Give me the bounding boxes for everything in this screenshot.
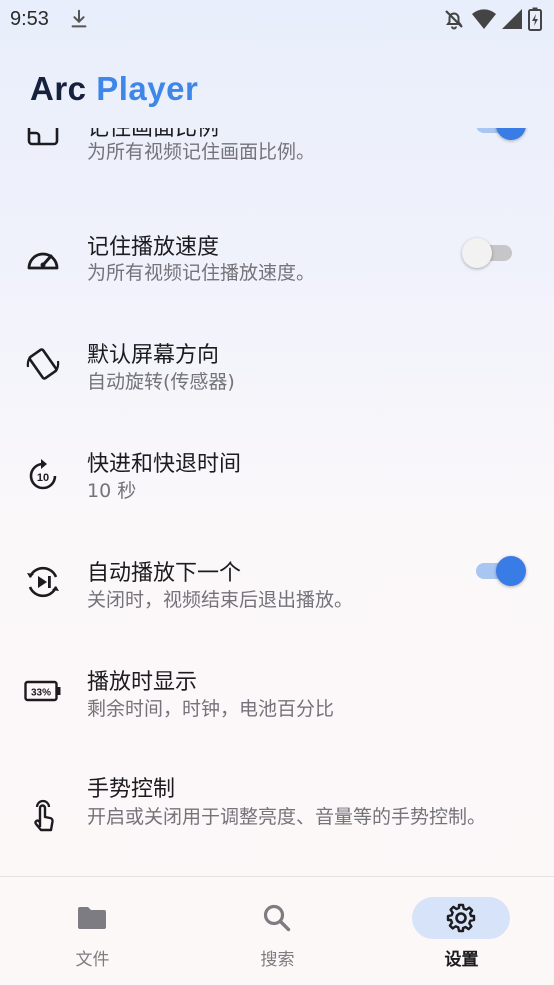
signal-icon (502, 9, 522, 29)
seek-icon-text: 10 (37, 472, 49, 484)
logo-arc: Arc (30, 70, 87, 107)
nav-files[interactable]: 文件 (0, 897, 185, 977)
autoplay-next-icon (27, 566, 59, 598)
speed-toggle[interactable] (462, 234, 516, 270)
search-icon (263, 904, 291, 932)
gesture-touch-icon (34, 799, 54, 832)
nav-search[interactable]: 搜索 (185, 897, 370, 977)
battery-charging-icon (528, 7, 542, 31)
setting-remember-speed[interactable]: 记住播放速度 为所有视频记住播放速度。 (0, 218, 554, 318)
app-logo: Arc Player (30, 70, 198, 114)
logo-player: Player (96, 70, 199, 107)
nav-label-settings: 设置 (444, 950, 479, 970)
settings-list[interactable]: 记住画面比例 为所有视频记住画面比例。 记住播放速度 为所有视频记住播放速度。 … (0, 128, 554, 876)
nav-settings[interactable]: 设置 (369, 897, 554, 977)
setting-title: 播放时显示 (87, 670, 198, 695)
setting-title: 自动播放下一个 (87, 561, 242, 586)
notifications-off-icon (445, 10, 463, 30)
setting-subtitle: 自动旋转(传感器) (87, 371, 235, 393)
setting-subtitle: 为所有视频记住播放速度。 (87, 262, 316, 284)
battery-icon-text: 33% (31, 688, 51, 699)
setting-default-orientation[interactable]: 默认屏幕方向 自动旋转(传感器) (0, 327, 554, 427)
setting-subtitle: 剩余时间，时钟，电池百分比 (87, 698, 335, 720)
setting-title: 默认屏幕方向 (87, 343, 220, 368)
setting-gesture-control[interactable]: 手势控制 开启或关闭用于调整亮度、音量等的手势控制。 (0, 763, 554, 876)
aspect-ratio-toggle[interactable] (472, 128, 526, 142)
battery-percent-icon: 33% (24, 680, 61, 702)
setting-autoplay-next[interactable]: 自动播放下一个 关闭时，视频结束后退出播放。 (0, 545, 554, 645)
bottom-navigation: 文件 搜索 设置 (0, 876, 554, 985)
setting-display-during-playback[interactable]: 33% 播放时显示 剩余时间，时钟，电池百分比 (0, 654, 554, 754)
settings-gear-icon (446, 903, 476, 933)
setting-subtitle: 关闭时，视频结束后退出播放。 (87, 589, 354, 611)
status-time: 9:53 (10, 8, 49, 30)
autoplay-toggle[interactable] (472, 552, 526, 588)
nav-label-files: 文件 (75, 950, 110, 970)
aspect-ratio-icon (27, 128, 59, 146)
folder-icon (78, 907, 106, 929)
setting-subtitle: 为所有视频记住画面比例。 (87, 141, 316, 163)
download-icon (71, 9, 87, 28)
status-bar: 9:53 (0, 0, 554, 38)
setting-title: 快进和快退时间 (87, 452, 242, 477)
setting-title: 手势控制 (87, 777, 176, 802)
setting-seek-time[interactable]: 10 快进和快退时间 10 秒 (0, 436, 554, 536)
forward-10-icon: 10 (29, 459, 57, 490)
screen-rotation-icon (26, 348, 60, 380)
wifi-icon (472, 9, 496, 29)
setting-subtitle: 10 秒 (87, 480, 137, 502)
setting-subtitle: 开启或关闭用于调整亮度、音量等的手势控制。 (87, 806, 487, 828)
setting-remember-aspect-ratio[interactable]: 记住画面比例 为所有视频记住画面比例。 (0, 128, 554, 198)
speedometer-icon (27, 252, 59, 270)
nav-label-search: 搜索 (260, 950, 295, 970)
